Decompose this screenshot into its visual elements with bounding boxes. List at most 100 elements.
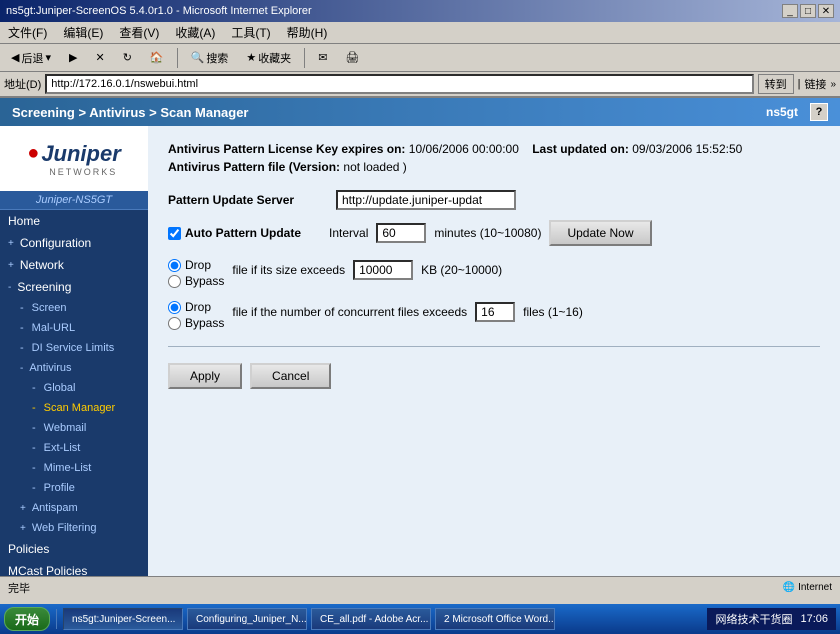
menu-tools[interactable]: 工具(T): [227, 23, 274, 42]
menu-favorites[interactable]: 收藏(A): [171, 23, 219, 42]
dash-icon-malurl: -: [20, 322, 24, 334]
toolbar-sep2: [304, 48, 305, 68]
pattern-file-line: Antivirus Pattern file (Version: not loa…: [168, 160, 820, 174]
auto-update-label[interactable]: Auto Pattern Update: [168, 226, 301, 240]
sidebar-item-web-filtering[interactable]: + Web Filtering: [0, 518, 148, 538]
pattern-server-input[interactable]: [336, 190, 516, 210]
drop1-label[interactable]: Drop: [168, 258, 224, 272]
taskbar-item-1[interactable]: Configuring_Juniper_N...: [187, 608, 307, 630]
status-bar: 完毕 🌐 Internet: [0, 576, 840, 598]
sidebar-item-webmail[interactable]: -Webmail: [0, 418, 148, 438]
status-right: 🌐 Internet: [783, 582, 832, 593]
expand-icon-configuration: +: [8, 238, 14, 249]
minimize-btn[interactable]: _: [782, 4, 798, 18]
refresh-btn[interactable]: ↻: [116, 48, 139, 67]
toolbar-sep1: [177, 48, 178, 68]
status-text: 完毕: [8, 580, 30, 596]
drop2-radio[interactable]: [168, 301, 181, 314]
sidebar-item-screen[interactable]: -Screen: [0, 298, 148, 318]
search-icon: 🔍: [191, 51, 205, 64]
dash-icon-profile: -: [32, 482, 36, 494]
address-bar: 地址(D) 转到 | 链接 »: [0, 72, 840, 98]
menu-help[interactable]: 帮助(H): [283, 23, 332, 42]
address-input[interactable]: [45, 74, 753, 94]
concurrent-label: file if the number of concurrent files e…: [232, 305, 467, 319]
dash-icon-di: -: [20, 342, 24, 354]
maximize-btn[interactable]: □: [800, 4, 816, 18]
go-btn[interactable]: 转到: [758, 74, 794, 94]
search-btn[interactable]: 🔍 搜索: [184, 47, 236, 69]
dash-icon-scanmanager: -: [32, 402, 36, 414]
taskbar-item-2[interactable]: CE_all.pdf - Adobe Acr...: [311, 608, 431, 630]
stop-btn[interactable]: ✕: [88, 48, 111, 67]
sidebar-item-antivirus[interactable]: - Antivirus: [0, 358, 148, 378]
window-controls[interactable]: _ □ ✕: [782, 4, 834, 18]
dash-icon-webmail: -: [32, 422, 36, 434]
concurrent-input[interactable]: [475, 302, 515, 322]
apply-btn[interactable]: Apply: [168, 363, 242, 389]
menu-bar: 文件(F) 编辑(E) 查看(V) 收藏(A) 工具(T) 帮助(H): [0, 22, 840, 44]
sidebar-item-antispam[interactable]: + Antispam: [0, 498, 148, 518]
home-btn[interactable]: 🏠: [143, 48, 171, 67]
menu-edit[interactable]: 编辑(E): [59, 23, 107, 42]
radio-group-1: Drop Bypass: [168, 258, 224, 288]
breadcrumb-right: ns5gt ?: [766, 103, 828, 121]
sidebar-item-profile[interactable]: -Profile: [0, 478, 148, 498]
sidebar-item-mime-list[interactable]: -Mime-List: [0, 458, 148, 478]
device-name-bar: Juniper-NS5GT: [0, 191, 148, 210]
links-separator: |: [798, 78, 801, 90]
sidebar-item-ext-list[interactable]: -Ext-List: [0, 438, 148, 458]
bypass1-label[interactable]: Bypass: [168, 274, 224, 288]
bypass2-label[interactable]: Bypass: [168, 316, 224, 330]
mail-btn[interactable]: ✉: [311, 48, 334, 67]
drop1-radio[interactable]: [168, 259, 181, 272]
back-btn[interactable]: ◀ 后退 ▾: [4, 47, 58, 69]
taskbar-item-0[interactable]: ns5gt:Juniper-Screen...: [63, 608, 183, 630]
auto-update-checkbox[interactable]: [168, 227, 181, 240]
breadcrumb-path: Screening > Antivirus > Scan Manager: [12, 105, 249, 120]
taskbar-item-3[interactable]: 2 Microsoft Office Word...: [435, 608, 555, 630]
sidebar-item-policies[interactable]: Policies: [0, 538, 148, 560]
links-arrow: »: [830, 79, 836, 90]
print-btn[interactable]: 🖨: [338, 48, 366, 67]
links-label: 链接: [804, 76, 826, 92]
sidebar-item-mcast-policies[interactable]: MCast Policies: [0, 560, 148, 576]
sidebar-item-configuration[interactable]: + Configuration: [0, 232, 148, 254]
size-input[interactable]: [353, 260, 413, 280]
cancel-btn[interactable]: Cancel: [250, 363, 331, 389]
logo-text: Juniper: [41, 141, 120, 167]
help-btn[interactable]: ?: [810, 103, 828, 121]
interval-input[interactable]: [376, 223, 426, 243]
menu-view[interactable]: 查看(V): [115, 23, 163, 42]
bypass2-radio[interactable]: [168, 317, 181, 330]
sidebar-item-screening[interactable]: - Screening: [0, 276, 148, 298]
expand-icon-webfiltering: +: [20, 523, 26, 534]
expand-icon-screening: -: [8, 282, 11, 293]
dash-icon-screen: -: [20, 302, 24, 314]
forward-btn[interactable]: ▶: [62, 48, 84, 67]
license-info-line: Antivirus Pattern License Key expires on…: [168, 142, 820, 156]
back-arrow-icon: ◀: [11, 51, 19, 64]
button-row: Apply Cancel: [168, 363, 820, 389]
expand-icon-antispam: +: [20, 503, 26, 514]
sidebar-item-di-service-limits[interactable]: -DI Service Limits: [0, 338, 148, 358]
sidebar-item-home[interactable]: Home: [0, 210, 148, 232]
last-updated-label: Last updated on:: [532, 142, 629, 156]
drop2-label[interactable]: Drop: [168, 300, 224, 314]
bypass1-radio[interactable]: [168, 275, 181, 288]
sidebar-item-mal-url[interactable]: -Mal-URL: [0, 318, 148, 338]
sidebar-item-scan-manager[interactable]: -Scan Manager: [0, 398, 148, 418]
menu-file[interactable]: 文件(F): [4, 23, 51, 42]
close-btn[interactable]: ✕: [818, 4, 834, 18]
update-now-btn[interactable]: Update Now: [549, 220, 651, 246]
title-bar: ns5gt:Juniper-ScreenOS 5.4.0r1.0 - Micro…: [0, 0, 840, 22]
favorites-btn[interactable]: ★ 收藏夹: [239, 47, 298, 69]
last-updated-date: 09/03/2006 15:52:50: [632, 142, 742, 156]
breadcrumb-bar: Screening > Antivirus > Scan Manager ns5…: [0, 98, 840, 126]
license-label: Antivirus Pattern License Key expires on…: [168, 142, 405, 156]
size-exceed-label: file if its size exceeds: [232, 263, 345, 277]
sidebar-item-network[interactable]: + Network: [0, 254, 148, 276]
sidebar-item-global[interactable]: -Global: [0, 378, 148, 398]
start-btn[interactable]: 开始: [4, 607, 50, 631]
size-suffix: KB (20~10000): [421, 263, 502, 277]
